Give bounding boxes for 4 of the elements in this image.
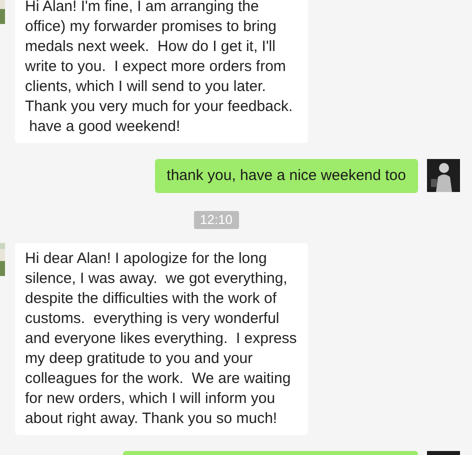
message-bubble: thank you, have a nice weekend too <box>154 159 418 193</box>
message-bubble: Hi Alan! I'm fine, I am arranging the office) my forwarder promises to bring medals next week. How do I get it, I'll write to you. I expect more orders from clients, which I will send to you later. Thank you very much for your feedback. have a good weekend! <box>15 0 308 143</box>
message-bubble: Hi dear Alan! I apologize for the long silence, I was away. we got everything, despite the difficulties with the work of customs. everything is very wonderful and everyone likes everything. I express my deep gratitude to you and your colleagues for the work. We are waiting for new orders, which I will inform you about right away. Thank you so much! <box>15 243 308 435</box>
timestamp: 12:10 <box>194 211 239 229</box>
